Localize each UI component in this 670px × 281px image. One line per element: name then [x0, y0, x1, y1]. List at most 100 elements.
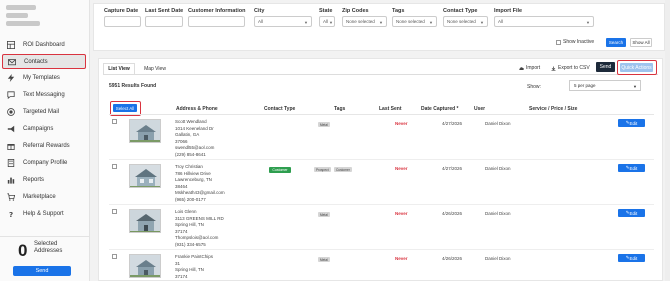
state-label: State	[319, 8, 333, 14]
app-root: ROI Dashboard Contacts My Templates Text…	[0, 0, 670, 281]
column-header-service: Service / Price / Size	[529, 106, 578, 112]
row-checkbox[interactable]	[112, 209, 117, 214]
capture-date-input[interactable]	[104, 16, 141, 27]
zip-codes-select[interactable]: None selected ▼	[342, 16, 387, 27]
row-divider	[109, 249, 654, 250]
page-scrollbar[interactable]	[665, 0, 670, 281]
results-count: 5951 Results Found	[109, 83, 157, 89]
contact-type-label: Contact Type	[443, 8, 478, 14]
sidebar-item-label: Reports	[23, 176, 45, 183]
user-value: Daniel Dixon	[485, 121, 511, 126]
row-divider	[109, 204, 654, 205]
edit-button[interactable]: ✎ Edit	[618, 119, 645, 127]
send-selected-button[interactable]: Send	[13, 266, 71, 276]
chat-icon	[6, 90, 15, 99]
city-select[interactable]: All ▼	[254, 16, 312, 27]
show-inactive-toggle[interactable]: Show Inactive	[556, 39, 594, 45]
edit-button[interactable]: ✎ Edit	[618, 209, 645, 217]
envelope-icon	[7, 57, 16, 66]
sidebar-item-reports[interactable]: Reports	[0, 172, 90, 187]
search-button[interactable]: Search	[606, 38, 626, 47]
svg-text:?: ?	[9, 210, 13, 218]
edit-button[interactable]: ✎ Edit	[618, 254, 645, 262]
show-inactive-checkbox[interactable]	[556, 39, 561, 45]
edit-button[interactable]: ✎ Edit	[618, 164, 645, 172]
user-value: Daniel Dixon	[485, 256, 511, 261]
row-checkbox[interactable]	[112, 164, 117, 169]
state-value: All	[323, 19, 329, 24]
last-sent-value: Never	[395, 166, 408, 171]
sidebar: ROI Dashboard Contacts My Templates Text…	[0, 0, 90, 281]
sidebar-item-text-messaging[interactable]: Text Messaging	[0, 87, 90, 102]
tags-value: None selected	[396, 19, 425, 24]
chevron-down-icon: ▼	[633, 84, 637, 89]
tag-badge: Prospect	[314, 167, 331, 172]
sidebar-item-help-support[interactable]: ? Help & Support	[0, 206, 90, 221]
sidebar-item-label: ROI Dashboard	[23, 41, 65, 48]
contact-type-value: None selected	[447, 19, 476, 24]
dashboard-icon	[6, 40, 15, 49]
sidebar-item-label: Targeted Mail	[23, 108, 60, 115]
edit-label: Edit	[629, 165, 638, 171]
sidebar-item-marketplace[interactable]: Marketplace	[0, 189, 90, 204]
sidebar-item-campaigns[interactable]: Campaigns	[0, 121, 90, 136]
contact-type-select[interactable]: None selected ▼	[443, 16, 488, 27]
tab-divider	[103, 74, 658, 75]
edit-label: Edit	[629, 210, 638, 216]
megaphone-icon	[6, 124, 15, 133]
sidebar-item-company-profile[interactable]: Company Profile	[0, 155, 90, 170]
city-label: City	[254, 8, 265, 14]
sidebar-item-targeted-mail[interactable]: Targeted Mail	[0, 104, 90, 119]
chevron-down-icon: ▼	[429, 20, 433, 25]
last-sent-date-label: Last Sent Date	[145, 8, 184, 14]
chevron-down-icon: ▼	[304, 20, 308, 25]
send-button[interactable]: Send	[596, 62, 615, 72]
house-thumbnail	[129, 164, 161, 188]
quick-actions-highlight: Quick Actions	[617, 60, 657, 75]
date-captured-value: 4/27/2026	[442, 166, 463, 171]
brand-logo	[6, 5, 40, 29]
building-icon	[6, 158, 15, 167]
target-icon	[6, 107, 15, 116]
sidebar-item-label: Help & Support	[23, 210, 64, 217]
zip-codes-value: None selected	[346, 19, 375, 24]
user-value: Daniel Dixon	[485, 211, 511, 216]
import-button[interactable]: Import	[519, 63, 540, 73]
show-all-button[interactable]: Show All	[630, 38, 652, 47]
sidebar-item-label: Company Profile	[23, 159, 68, 166]
import-file-select[interactable]: All ▼	[494, 16, 594, 27]
table-row: Lois Glenn 3113 GREENS MILL RD Spring Hi…	[109, 206, 654, 250]
state-select[interactable]: All ▼	[319, 16, 335, 27]
tags-label: Tags	[392, 8, 405, 14]
last-sent-date-input[interactable]	[145, 16, 183, 27]
sidebar-item-roi-dashboard[interactable]: ROI Dashboard	[0, 37, 90, 52]
last-sent-value: Never	[395, 256, 408, 261]
column-header-date-captured[interactable]: Date Captured *	[421, 106, 459, 112]
per-page-select[interactable]: 5 per page ▼	[569, 80, 641, 91]
address-block: Troy Christian 786 Hillview Drive Lawren…	[175, 164, 265, 203]
column-header-address: Address & Phone	[176, 106, 218, 112]
sidebar-item-referral-rewards[interactable]: Referral Rewards	[0, 138, 90, 153]
gift-icon	[6, 141, 15, 150]
chevron-down-icon: ▼	[586, 20, 590, 25]
quick-actions-button[interactable]: Quick Actions	[620, 63, 653, 72]
export-csv-button[interactable]: Export to CSV	[551, 63, 590, 73]
select-all-button[interactable]: Select All	[113, 104, 137, 112]
row-checkbox[interactable]	[112, 119, 117, 124]
contacts-panel: List View Map View Import Export to CSV …	[98, 58, 663, 281]
cloud-icon	[519, 66, 524, 70]
row-checkbox[interactable]	[112, 254, 117, 259]
tag-badge: Metal	[318, 122, 330, 127]
tags-select[interactable]: None selected ▼	[392, 16, 437, 27]
sidebar-item-my-templates[interactable]: My Templates	[0, 70, 90, 85]
date-captured-value: 4/26/2026	[442, 211, 463, 216]
tag-badge: Metal	[318, 212, 330, 217]
user-value: Daniel Dixon	[485, 166, 511, 171]
import-file-value: All	[498, 19, 504, 24]
selected-label: Selected Addresses	[34, 241, 63, 254]
date-captured-value: 4/26/2026	[442, 256, 463, 261]
house-thumbnail	[129, 254, 161, 278]
customer-information-input[interactable]	[188, 16, 245, 27]
bolt-icon	[6, 73, 15, 82]
sidebar-item-contacts[interactable]: Contacts	[2, 54, 86, 69]
